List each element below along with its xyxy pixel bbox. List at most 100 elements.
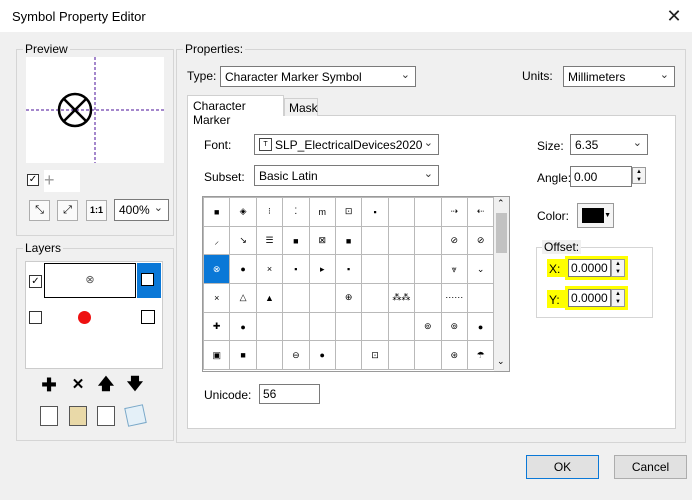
- scroll-thumb[interactable]: [496, 213, 507, 253]
- glyph-cell[interactable]: ⊖: [282, 340, 310, 371]
- glyph-cell[interactable]: ▸: [308, 254, 336, 285]
- offset-x-spinner[interactable]: ▲ ▼: [611, 259, 625, 277]
- glyph-cell[interactable]: [334, 340, 363, 371]
- glyph-cell[interactable]: [414, 254, 442, 285]
- glyph-cell[interactable]: ⊗: [202, 254, 231, 285]
- cancel-button[interactable]: Cancel: [614, 455, 687, 479]
- actual-size-icon[interactable]: 1:1: [86, 200, 107, 221]
- glyph-cell[interactable]: [255, 340, 284, 371]
- glyph-cell[interactable]: [414, 283, 442, 313]
- glyph-cell[interactable]: ▲: [255, 283, 284, 313]
- glyph-cell[interactable]: ⁚: [282, 197, 310, 227]
- glyph-cell[interactable]: ⩔: [440, 254, 468, 285]
- glyph-cell[interactable]: ⌄: [466, 254, 495, 285]
- glyph-cell[interactable]: ▪: [282, 254, 310, 285]
- angle-input[interactable]: 0.00: [570, 166, 632, 187]
- spin-down-icon[interactable]: ▼: [612, 268, 624, 276]
- glyph-cell[interactable]: ⊛: [440, 340, 468, 371]
- glyph-cell[interactable]: [387, 340, 416, 371]
- layer-1-item[interactable]: ⊗: [44, 263, 136, 298]
- zoom-out-icon[interactable]: ⤢: [57, 200, 78, 221]
- spin-down-icon[interactable]: ▼: [612, 298, 624, 306]
- remove-layer-icon[interactable]: ✕: [69, 376, 87, 394]
- spin-down-icon[interactable]: ▼: [633, 176, 645, 184]
- glyph-cell[interactable]: [466, 283, 495, 313]
- glyph-cell[interactable]: ●: [308, 340, 336, 371]
- scroll-up-icon[interactable]: ⌃: [497, 198, 505, 209]
- glyph-cell[interactable]: ▣: [202, 340, 231, 371]
- layer-1-lock[interactable]: [137, 263, 161, 298]
- zoom-select[interactable]: 400% ⌄: [114, 199, 169, 221]
- glyph-cell[interactable]: [361, 225, 389, 256]
- glyph-cell[interactable]: ■: [334, 225, 363, 256]
- glyph-cell[interactable]: [387, 225, 416, 256]
- glyph-cell[interactable]: [255, 311, 284, 342]
- glyph-cell[interactable]: ⁂⁂: [387, 283, 416, 313]
- glyph-cell[interactable]: [387, 197, 416, 227]
- glyph-cell[interactable]: △: [229, 283, 257, 313]
- type-select[interactable]: Character Marker Symbol ⌄: [220, 66, 416, 87]
- subset-select[interactable]: Basic Latin ⌄: [254, 165, 439, 186]
- glyph-cell[interactable]: [387, 254, 416, 285]
- glyph-cell[interactable]: m: [308, 197, 336, 227]
- glyph-cell[interactable]: ■: [229, 340, 257, 371]
- spin-up-icon[interactable]: ▲: [612, 260, 624, 268]
- glyph-cell[interactable]: ●: [229, 311, 257, 342]
- glyph-cell[interactable]: ⁝: [255, 197, 284, 227]
- glyph-cell[interactable]: ☂: [466, 340, 495, 371]
- glyph-cell[interactable]: [361, 254, 389, 285]
- glyph-cell[interactable]: [308, 283, 336, 313]
- move-up-icon[interactable]: 🡅: [97, 376, 115, 394]
- glyph-cell[interactable]: ⸝: [202, 225, 231, 256]
- glyph-cell[interactable]: ▪: [361, 197, 389, 227]
- glyph-cell[interactable]: ■: [282, 225, 310, 256]
- move-down-icon[interactable]: 🡇: [126, 376, 144, 394]
- glyph-cell[interactable]: ⊚: [414, 311, 442, 342]
- glyph-cell[interactable]: [387, 311, 416, 342]
- glyph-cell[interactable]: ☰: [255, 225, 284, 256]
- glyph-cell[interactable]: ▪: [334, 254, 363, 285]
- color-picker[interactable]: ▼: [577, 203, 614, 228]
- unicode-input[interactable]: 56: [259, 384, 320, 404]
- glyph-cell[interactable]: ⊕: [334, 283, 363, 313]
- glyph-cell[interactable]: ⊘: [440, 225, 468, 256]
- size-select[interactable]: 6.35 ⌄: [570, 134, 648, 155]
- offset-y-spinner[interactable]: ▲ ▼: [611, 289, 625, 307]
- glyph-cell[interactable]: ⊘: [466, 225, 495, 256]
- import-layer-icon[interactable]: [97, 406, 115, 426]
- glyph-cell[interactable]: [282, 283, 310, 313]
- spin-up-icon[interactable]: ▲: [612, 290, 624, 298]
- glyph-cell[interactable]: ↘: [229, 225, 257, 256]
- glyph-cell[interactable]: ⊡: [334, 197, 363, 227]
- angle-spinner[interactable]: ▲ ▼: [632, 167, 646, 184]
- glyph-cell[interactable]: ⊠: [308, 225, 336, 256]
- layer-1-checkbox[interactable]: ✓: [29, 275, 42, 288]
- glyph-cell[interactable]: [361, 283, 389, 313]
- glyph-cell[interactable]: [282, 311, 310, 342]
- add-layer-icon[interactable]: ✚: [40, 376, 58, 394]
- glyph-cell[interactable]: [308, 311, 336, 342]
- glyph-cell[interactable]: ⇠: [466, 197, 495, 227]
- layer-2-checkbox[interactable]: [29, 311, 42, 324]
- glyph-cell[interactable]: ◈: [229, 197, 257, 227]
- spin-up-icon[interactable]: ▲: [633, 168, 645, 176]
- glyph-cell[interactable]: [334, 311, 363, 342]
- glyph-cell[interactable]: ×: [255, 254, 284, 285]
- glyph-cell[interactable]: ⋯⋯: [440, 283, 468, 313]
- glyph-cell[interactable]: ●: [466, 311, 495, 342]
- glyph-cell[interactable]: ✚: [202, 311, 231, 342]
- preview-checkbox[interactable]: ✓: [27, 174, 39, 186]
- tab-mask[interactable]: Mask: [284, 98, 318, 116]
- glyph-cell[interactable]: ×: [202, 283, 231, 313]
- glyph-scrollbar[interactable]: ⌃ ⌄: [494, 197, 509, 371]
- tab-character-marker[interactable]: Character Marker: [187, 95, 284, 127]
- offset-y-input[interactable]: 0.0000: [568, 289, 611, 307]
- layer-2-symbol[interactable]: [78, 311, 91, 324]
- ok-button[interactable]: OK: [526, 455, 599, 479]
- glyph-cell[interactable]: [361, 311, 389, 342]
- units-select[interactable]: Millimeters ⌄: [563, 66, 675, 87]
- crosshair-icon[interactable]: +: [44, 170, 80, 192]
- zoom-in-icon[interactable]: ⤡: [29, 200, 50, 221]
- glyph-cell[interactable]: ⊡: [361, 340, 389, 371]
- glyph-cell[interactable]: [414, 197, 442, 227]
